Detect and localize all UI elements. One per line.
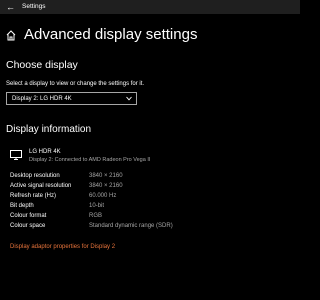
choose-display-hint: Select a display to view or change the s… <box>6 81 145 87</box>
title-bar: ← Settings <box>0 0 300 14</box>
info-label: Colour format <box>10 213 47 219</box>
back-arrow-icon[interactable]: ← <box>6 1 15 13</box>
info-value: Standard dynamic range (SDR) <box>89 223 173 229</box>
info-label: Colour space <box>10 223 46 229</box>
info-label: Bit depth <box>10 203 34 209</box>
info-value: RGB <box>89 213 103 219</box>
info-row-bit-depth: Bit depth 10-bit <box>10 201 290 211</box>
settings-window: ← Settings Advanced display settings Cho… <box>0 0 300 300</box>
info-value: 60.000 Hz <box>89 193 117 199</box>
choose-display-heading: Choose display <box>6 59 78 71</box>
info-label: Desktop resolution <box>10 173 60 179</box>
info-value: 10-bit <box>89 203 105 209</box>
page-header: Advanced display settings <box>6 25 197 45</box>
home-icon[interactable] <box>6 30 16 41</box>
info-row-desktop-resolution: Desktop resolution 3840 × 2160 <box>10 171 290 181</box>
info-value: 3840 × 2160 <box>89 183 123 189</box>
display-select-value: Display 2: LG HDR 4K <box>12 96 72 102</box>
display-select-dropdown[interactable]: Display 2: LG HDR 4K <box>6 92 137 105</box>
monitor-icon <box>10 150 22 160</box>
info-label: Refresh rate (Hz) <box>10 193 57 199</box>
display-info-table: Desktop resolution 3840 × 2160 Active si… <box>10 171 290 231</box>
monitor-name: LG HDR 4K <box>29 149 61 155</box>
display-information-heading: Display information <box>6 124 92 135</box>
info-row-active-signal-resolution: Active signal resolution 3840 × 2160 <box>10 181 290 191</box>
info-row-colour-format: Colour format RGB <box>10 211 290 221</box>
window-title: Settings <box>22 3 46 10</box>
display-adapter-properties-link[interactable]: Display adaptor properties for Display 2 <box>10 243 115 252</box>
info-row-refresh-rate: Refresh rate (Hz) 60.000 Hz <box>10 191 290 201</box>
info-label: Active signal resolution <box>10 183 72 189</box>
chevron-down-icon <box>126 96 132 101</box>
monitor-connection: Display 2: Connected to AMD Radeon Pro V… <box>29 157 151 163</box>
page-title: Advanced display settings <box>24 26 198 43</box>
info-value: 3840 × 2160 <box>89 173 123 179</box>
info-row-colour-space: Colour space Standard dynamic range (SDR… <box>10 221 290 231</box>
